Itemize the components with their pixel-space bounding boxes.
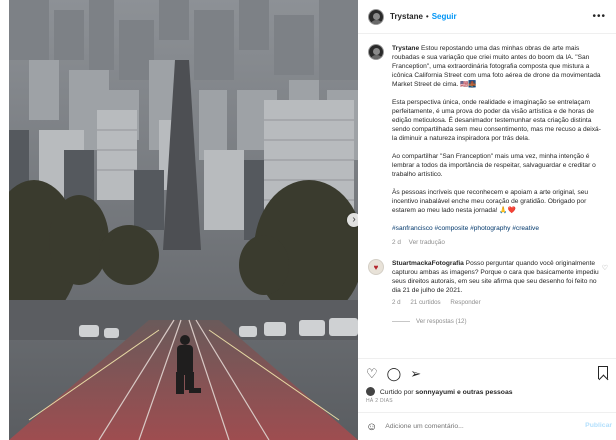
view-replies-label: Ver respostas (12) [416,318,467,325]
more-horizontal-icon[interactable]: ••• [592,11,606,22]
comment: ♥ StuartmackaFotografia Posso perguntar … [358,247,616,326]
liker-avatar[interactable] [366,387,375,396]
separator-dot: • [425,12,429,21]
post-side-panel: Trystane • Seguir ••• Trystane Estou rep… [358,0,616,440]
author-avatar[interactable] [368,8,384,25]
liked-user[interactable]: sonnyayumi [415,389,455,396]
post-date: HÁ 2 DIAS [366,398,393,404]
caption-paragraph-3: Ao compartilhar "San Franception" mais u… [392,153,596,178]
comment-likes[interactable]: 21 curtidos [410,299,440,306]
caption-body: Trystane Estou repostando uma das minhas… [392,44,606,247]
liked-by: Curtido por sonnyayumi e outras pessoas [366,387,513,396]
caption-age: 2 d [392,239,401,246]
comment-body: StuartmackaFotografia Posso perguntar qu… [392,259,602,326]
instagram-post-modal: › Trystane • Seguir ••• Trystane Estou r… [0,0,616,440]
see-translation-link[interactable]: Ver tradução [409,239,445,246]
caption-paragraph-1: Estou repostando uma das minhas obras de… [392,45,601,88]
publish-button[interactable]: Publicar [585,422,612,429]
author-username[interactable]: Trystane [390,12,423,21]
next-image-chevron-icon[interactable]: › [347,213,358,227]
like-heart-icon[interactable]: ♡ [366,367,378,381]
liked-prefix: Curtido por [379,389,414,396]
save-bookmark-icon[interactable] [598,366,608,379]
caption-paragraph-2: Esta perspectiva única, onde realidade e… [392,99,601,142]
view-replies-button[interactable]: Ver respostas (12) [392,317,602,326]
liked-suffix[interactable]: e outras pessoas [457,389,513,396]
replies-divider [392,321,410,322]
reply-button[interactable]: Responder [450,299,480,306]
comment-meta: 2 d 21 curtidos Responder [392,298,602,307]
comment-input[interactable] [385,423,566,430]
commenter-avatar[interactable]: ♥ [368,259,384,275]
comment-age: 2 d [392,299,401,306]
share-send-icon[interactable]: ➢ [410,367,421,381]
comment-like-heart-icon[interactable]: ♡ [602,264,608,272]
caption-hashtags[interactable]: #sanfrancisco #composite #photography #c… [392,224,606,233]
caption-author-avatar[interactable] [368,44,384,60]
post-header: Trystane • Seguir ••• [358,0,616,34]
action-icons: ♡ ◯ ➢ [366,367,430,381]
emoji-smiley-icon[interactable]: ☺ [366,421,377,433]
follow-button[interactable]: Seguir [432,12,457,21]
comment-bubble-icon[interactable]: ◯ [387,367,402,381]
caption-username[interactable]: Trystane [392,45,419,52]
caption: Trystane Estou repostando uma das minhas… [358,34,616,247]
post-photo[interactable]: › [9,0,358,440]
comments-scroll-area[interactable]: Trystane Estou repostando uma das minhas… [358,34,616,356]
add-comment-bar: ☺ Publicar [358,412,616,440]
caption-paragraph-4: Às pessoas incríveis que reconhecem e ap… [392,189,589,214]
san-franception-image [9,0,358,440]
commenter-username[interactable]: StuartmackaFotografia [392,260,464,267]
caption-meta: 2 d Ver tradução [392,238,606,247]
